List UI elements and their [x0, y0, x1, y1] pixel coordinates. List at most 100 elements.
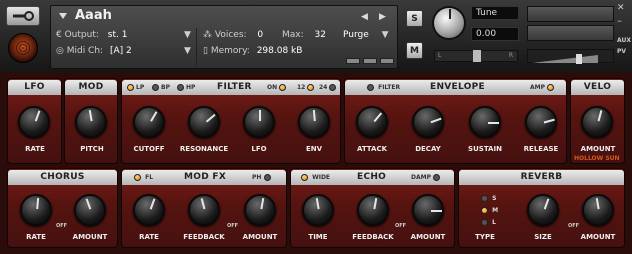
- solo-button[interactable]: S: [406, 10, 423, 27]
- envelope-decay-knob[interactable]: [412, 106, 444, 138]
- instrument-header: Aaah ◀ ▶ € Output: st. 1 ▼ ◎ Midi Ch: [A…: [0, 0, 632, 72]
- expand-triangle-icon[interactable]: [59, 13, 67, 19]
- volume-slider[interactable]: [527, 49, 614, 64]
- echo-amount-knob[interactable]: [412, 194, 444, 226]
- mini-meter-3: [380, 58, 394, 64]
- pan-handle[interactable]: [473, 50, 481, 62]
- pan-slider[interactable]: L R: [434, 50, 518, 62]
- reverb-panel: REVERB S M L TYPE SIZE OFF AMOUNT: [458, 168, 625, 248]
- instrument-name[interactable]: Aaah: [75, 8, 112, 23]
- output-value: st. 1: [107, 30, 128, 40]
- instrument-info-panel: Aaah ◀ ▶ € Output: st. 1 ▼ ◎ Midi Ch: [A…: [50, 5, 398, 69]
- tune-label: Tune: [471, 6, 519, 20]
- prev-instrument-icon[interactable]: ◀: [361, 12, 368, 22]
- modfx-title: MOD FX: [184, 172, 227, 182]
- echo-panel: WIDE ECHO DAMP TIME FEEDBACK OFF AMOUNT: [290, 168, 455, 248]
- mini-meter-1: [346, 58, 360, 64]
- lfo-title-bar: LFO: [8, 80, 61, 95]
- voices-value: 0: [257, 30, 264, 40]
- chorus-off-label: OFF: [56, 223, 68, 229]
- reverb-type-s[interactable]: S: [481, 195, 496, 202]
- purge-menu[interactable]: Purge ▼: [343, 30, 389, 40]
- filter-title: FILTER: [217, 82, 252, 92]
- reverb-type-m[interactable]: M: [481, 207, 498, 214]
- reverb-amount-knob[interactable]: [582, 194, 614, 226]
- echo-time-knob[interactable]: [302, 194, 334, 226]
- pan-left-label: L: [438, 52, 442, 59]
- echo-title: ECHO: [357, 172, 387, 182]
- filter-panel: LP BP HP FILTER ON 12 24 CUTOFF RESONANC…: [121, 78, 341, 164]
- modfx-off-label: OFF: [227, 223, 239, 229]
- envelope-attack-knob[interactable]: [356, 106, 388, 138]
- chorus-amount-knob[interactable]: [74, 194, 106, 226]
- pv-button[interactable]: PV: [617, 48, 626, 55]
- envelope-sustain-knob[interactable]: [469, 106, 501, 138]
- max-voices-value[interactable]: 32: [315, 30, 326, 40]
- pan-right-label: R: [508, 52, 513, 59]
- modfx-feedback-knob[interactable]: [188, 194, 220, 226]
- instrument-window: Aaah ◀ ▶ € Output: st. 1 ▼ ◎ Midi Ch: [A…: [0, 0, 632, 254]
- envelope-panel: FILTER ENVELOPE AMP ATTACK DECAY SUSTAIN…: [344, 78, 567, 164]
- level-meter-left: [527, 6, 614, 22]
- reverb-size-knob[interactable]: [527, 194, 559, 226]
- purge-dropdown-icon: ▼: [381, 30, 389, 40]
- brand-logo: [8, 33, 38, 63]
- memory-row: ▯ Memory: 298.08 kB: [203, 46, 303, 56]
- midi-dropdown-icon[interactable]: ▼: [184, 46, 191, 56]
- filter-env-knob[interactable]: [298, 106, 330, 138]
- tune-value[interactable]: 0.00: [471, 27, 519, 41]
- velo-amount-label: AMOUNT: [580, 145, 616, 153]
- chorus-rate-knob[interactable]: [20, 194, 52, 226]
- chorus-title: CHORUS: [40, 172, 85, 182]
- echo-feedback-knob[interactable]: [357, 194, 389, 226]
- voices-icon: ⁂: [203, 30, 215, 40]
- filter-slope-24-toggle[interactable]: 24: [319, 84, 338, 92]
- brand-label: HOLLOW SUN: [574, 155, 620, 162]
- modfx-ph-toggle[interactable]: PH: [252, 174, 273, 182]
- modfx-amount-knob[interactable]: [244, 194, 276, 226]
- output-icon: €: [56, 30, 65, 40]
- envelope-filter-toggle[interactable]: FILTER: [367, 84, 400, 92]
- filter-bp-toggle[interactable]: BP: [152, 84, 170, 92]
- level-meter-right: [527, 25, 614, 41]
- reverb-amount-label: AMOUNT: [580, 233, 616, 241]
- wrench-icon[interactable]: [6, 6, 40, 26]
- midi-value: [A] 2: [109, 46, 132, 56]
- midi-icon: ◎: [56, 46, 67, 56]
- mute-button[interactable]: M: [406, 42, 423, 59]
- aux-button[interactable]: AUX: [617, 37, 631, 44]
- filter-cutoff-knob[interactable]: [133, 106, 165, 138]
- reverb-title: REVERB: [520, 172, 563, 182]
- tune-knob[interactable]: [432, 6, 466, 40]
- minimize-icon[interactable]: −: [617, 18, 622, 25]
- mod-pitch-knob[interactable]: [75, 106, 107, 138]
- velo-amount-knob[interactable]: [581, 106, 613, 138]
- memory-icon: ▯: [203, 46, 211, 56]
- filter-lfo-knob[interactable]: [243, 106, 275, 138]
- envelope-amp-toggle[interactable]: AMP: [530, 84, 556, 92]
- envelope-release-knob[interactable]: [525, 106, 557, 138]
- output-dropdown-icon[interactable]: ▼: [184, 30, 191, 40]
- reverb-type-l[interactable]: L: [481, 219, 496, 226]
- mini-meter-2: [363, 58, 377, 64]
- filter-on-toggle[interactable]: ON: [267, 84, 288, 92]
- close-icon[interactable]: ✕: [617, 3, 629, 13]
- modfx-rate-knob[interactable]: [133, 194, 165, 226]
- filter-resonance-knob[interactable]: [188, 106, 220, 138]
- output-row[interactable]: € Output: st. 1 ▼: [56, 30, 191, 40]
- filter-lp-toggle[interactable]: LP: [127, 84, 144, 92]
- velo-title: VELO: [583, 82, 612, 92]
- chorus-panel: CHORUS RATE OFF AMOUNT: [7, 168, 118, 248]
- next-instrument-icon[interactable]: ▶: [379, 12, 386, 22]
- envelope-title: ENVELOPE: [430, 82, 486, 92]
- filter-slope-12-toggle[interactable]: 12: [297, 84, 316, 92]
- voices-row: ⁂ Voices: 0 Max: 32: [203, 30, 326, 40]
- echo-damp-toggle[interactable]: DAMP: [411, 174, 442, 182]
- modfx-fl-toggle[interactable]: FL: [134, 174, 153, 182]
- lfo-rate-knob[interactable]: [18, 106, 50, 138]
- mod-title: MOD: [78, 82, 104, 92]
- filter-hp-toggle[interactable]: HP: [177, 84, 195, 92]
- echo-wide-toggle[interactable]: WIDE: [301, 174, 330, 182]
- midi-row[interactable]: ◎ Midi Ch: [A] 2 ▼: [56, 46, 191, 56]
- info-divider: [196, 28, 197, 66]
